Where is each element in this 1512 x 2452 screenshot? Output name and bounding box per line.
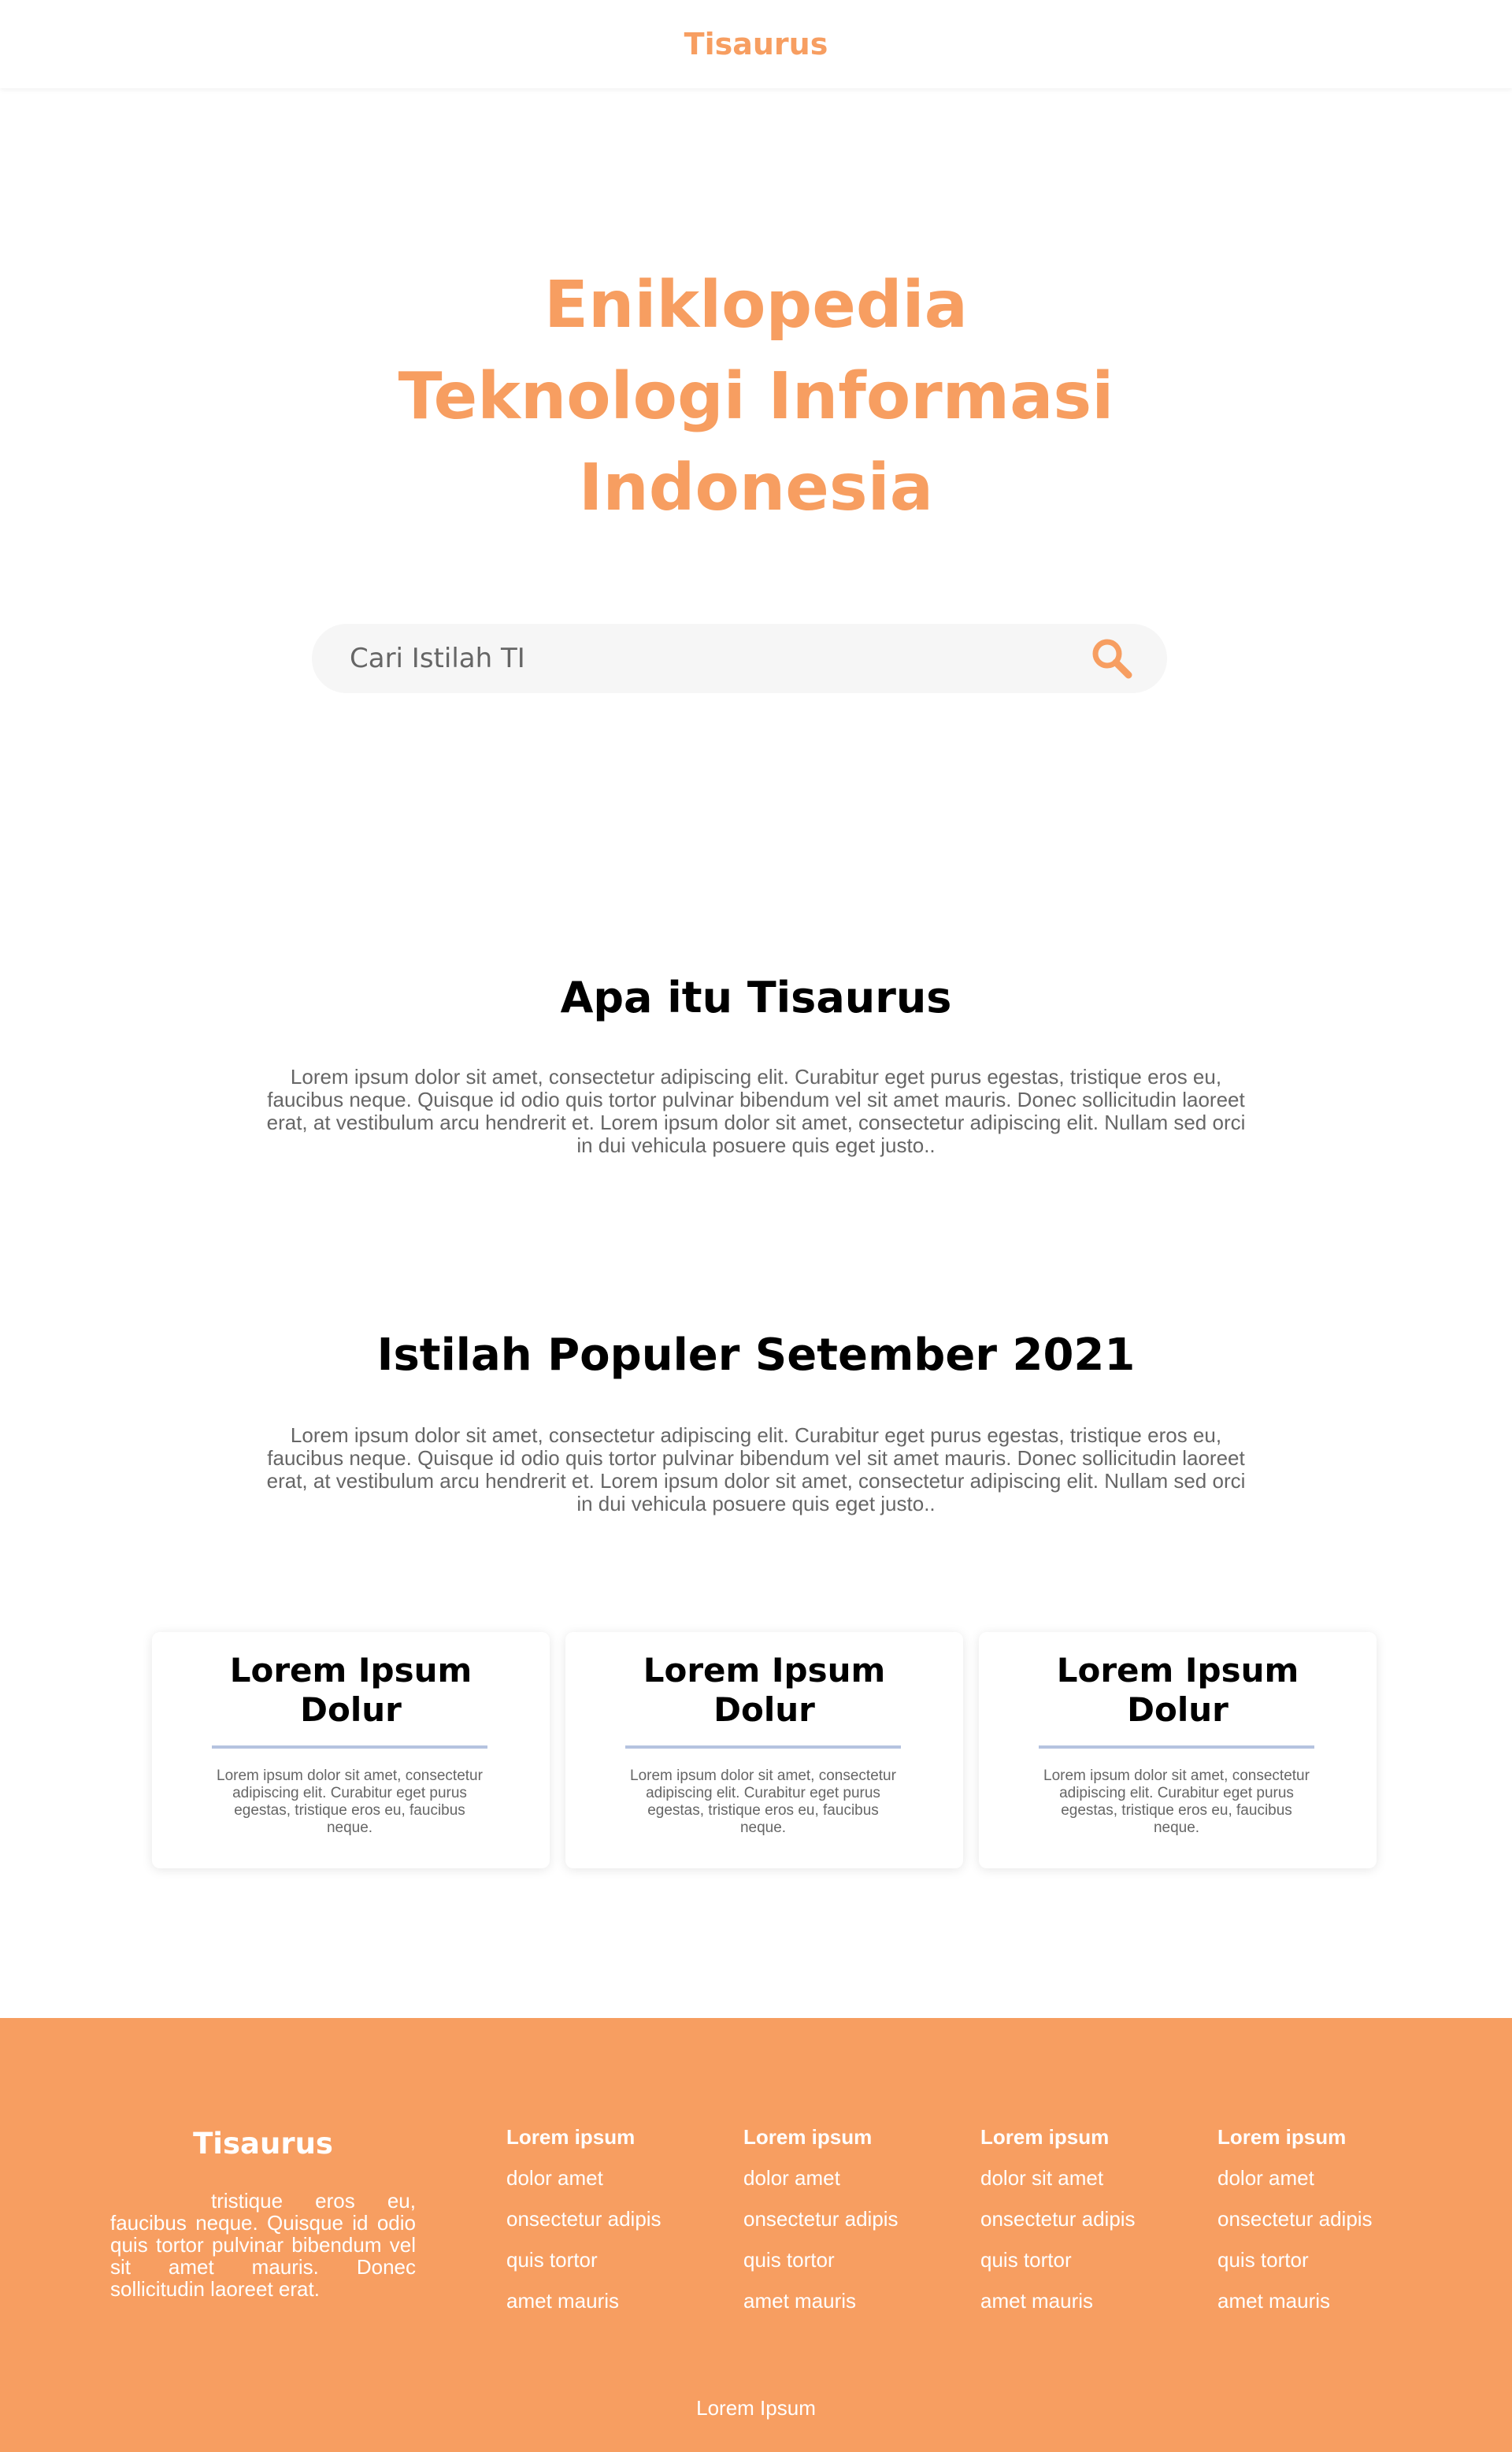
card-title: Lorem Ipsum Dolur (565, 1651, 963, 1730)
top-navbar: Tisaurus (0, 0, 1512, 88)
card-title-line: Lorem Ipsum (643, 1651, 886, 1690)
search-button[interactable] (1088, 635, 1136, 682)
footer-description: tristique eros eu, faucibus neque. Quisq… (110, 2189, 416, 2301)
footer-column: Lorem ipsum dolor amet onsectetur adipis… (506, 2116, 727, 2321)
card-title-line: Lorem Ipsum (1056, 1651, 1299, 1690)
popular-cards: Lorem Ipsum Dolur Lorem ipsum dolor sit … (0, 1632, 1512, 1868)
card-title-line: Dolur (1127, 1690, 1228, 1729)
search-bar (312, 624, 1167, 693)
footer-copyright: Lorem Ipsum (696, 2396, 816, 2420)
card-title: Lorem Ipsum Dolur (979, 1651, 1377, 1730)
footer-link[interactable]: quis tortor (506, 2239, 727, 2280)
hero-title: Eniklopedia Teknologi Informasi Indonesi… (0, 260, 1512, 534)
footer-link[interactable]: onsectetur adipis (980, 2198, 1201, 2239)
popular-text: Lorem ipsum dolor sit amet, consectetur … (266, 1423, 1246, 1515)
hero-title-line: Teknologi Informasi (398, 359, 1114, 434)
card-text: Lorem ipsum dolor sit amet, consectetur … (1043, 1768, 1310, 1836)
term-card[interactable]: Lorem Ipsum Dolur Lorem ipsum dolor sit … (565, 1632, 963, 1868)
card-divider (625, 1745, 901, 1749)
card-text: Lorem ipsum dolor sit amet, consectetur … (217, 1768, 483, 1836)
footer-link[interactable]: amet mauris (1217, 2280, 1438, 2321)
footer-link[interactable]: onsectetur adipis (1217, 2198, 1438, 2239)
footer-link[interactable]: quis tortor (743, 2239, 964, 2280)
footer-link[interactable]: onsectetur adipis (743, 2198, 964, 2239)
about-title: Apa itu Tisaurus (560, 973, 952, 1022)
footer-link[interactable]: amet mauris (506, 2280, 727, 2321)
card-title-line: Dolur (300, 1690, 402, 1729)
footer-column-title: Lorem ipsum (743, 2125, 873, 2149)
card-divider (1039, 1745, 1314, 1749)
search-icon (1092, 639, 1132, 679)
brand-logo[interactable]: Tisaurus (684, 27, 828, 61)
footer-column: Lorem ipsum dolor amet onsectetur adipis… (1217, 2116, 1438, 2321)
term-card[interactable]: Lorem Ipsum Dolur Lorem ipsum dolor sit … (152, 1632, 550, 1868)
card-text: Lorem ipsum dolor sit amet, consectetur … (630, 1768, 896, 1836)
footer-column-title: Lorem ipsum (506, 2125, 636, 2149)
footer-brand[interactable]: Tisaurus (110, 2127, 416, 2161)
search-input[interactable] (350, 643, 1088, 674)
footer-link[interactable]: quis tortor (1217, 2239, 1438, 2280)
card-title: Lorem Ipsum Dolur (152, 1651, 550, 1730)
footer-link[interactable]: dolor amet (1217, 2157, 1438, 2198)
card-divider (212, 1745, 487, 1749)
card-title-line: Dolur (713, 1690, 815, 1729)
footer-column-title: Lorem ipsum (1217, 2125, 1347, 2149)
footer-link[interactable]: dolor sit amet (980, 2157, 1201, 2198)
popular-title: Istilah Populer Setember 2021 (376, 1330, 1136, 1381)
footer: Tisaurus tristique eros eu, faucibus neq… (0, 2018, 1512, 2452)
footer-column-title: Lorem ipsum (980, 2125, 1110, 2149)
footer-link[interactable]: dolor amet (506, 2157, 727, 2198)
term-card[interactable]: Lorem Ipsum Dolur Lorem ipsum dolor sit … (979, 1632, 1377, 1868)
hero-title-line: Indonesia (578, 451, 934, 525)
footer-link[interactable]: onsectetur adipis (506, 2198, 727, 2239)
footer-link[interactable]: quis tortor (980, 2239, 1201, 2280)
footer-link[interactable]: amet mauris (743, 2280, 964, 2321)
footer-link[interactable]: amet mauris (980, 2280, 1201, 2321)
hero-title-line: Eniklopedia (544, 268, 968, 343)
footer-column: Lorem ipsum dolor sit amet onsectetur ad… (980, 2116, 1201, 2321)
card-title-line: Lorem Ipsum (229, 1651, 472, 1690)
footer-link[interactable]: dolor amet (743, 2157, 964, 2198)
footer-column: Lorem ipsum dolor amet onsectetur adipis… (743, 2116, 964, 2321)
about-text: Lorem ipsum dolor sit amet, consectetur … (266, 1065, 1246, 1157)
